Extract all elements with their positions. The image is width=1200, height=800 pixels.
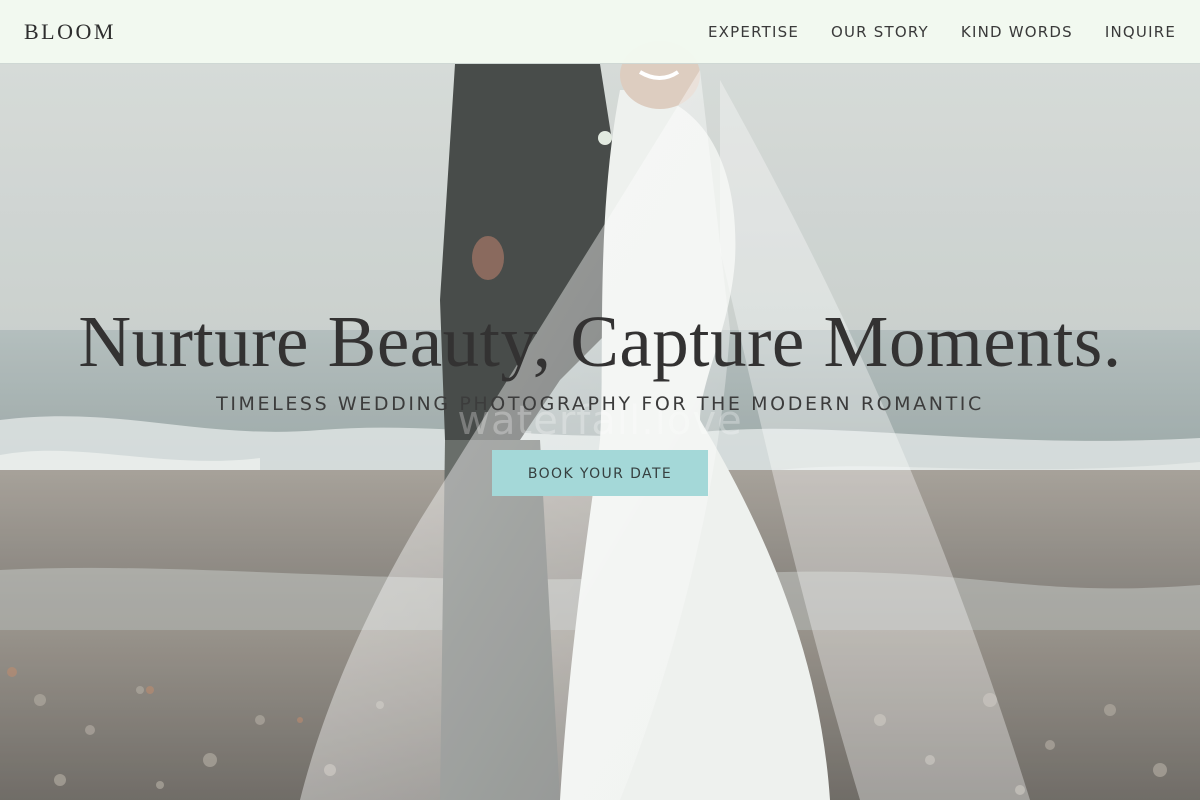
hero-headline: Nurture Beauty, Capture Moments.: [78, 301, 1122, 382]
brand-logo[interactable]: BLOOM: [24, 19, 116, 45]
book-your-date-button[interactable]: BOOK YOUR DATE: [492, 450, 708, 496]
hero-tagline: TIMELESS WEDDING PHOTOGRAPHY FOR THE MOD…: [216, 393, 984, 415]
page: BLOOM EXPERTISE OUR STORY KIND WORDS INQ…: [0, 0, 1200, 800]
nav-link-inquire[interactable]: INQUIRE: [1105, 22, 1176, 42]
nav-link-expertise[interactable]: EXPERTISE: [708, 22, 799, 42]
hero-section: Nurture Beauty, Capture Moments. TIMELES…: [0, 300, 1200, 496]
nav-link-kind-words[interactable]: KIND WORDS: [961, 22, 1073, 42]
main-nav: EXPERTISE OUR STORY KIND WORDS INQUIRE: [708, 22, 1176, 42]
site-header: BLOOM EXPERTISE OUR STORY KIND WORDS INQ…: [0, 0, 1200, 64]
nav-link-our-story[interactable]: OUR STORY: [831, 22, 929, 42]
